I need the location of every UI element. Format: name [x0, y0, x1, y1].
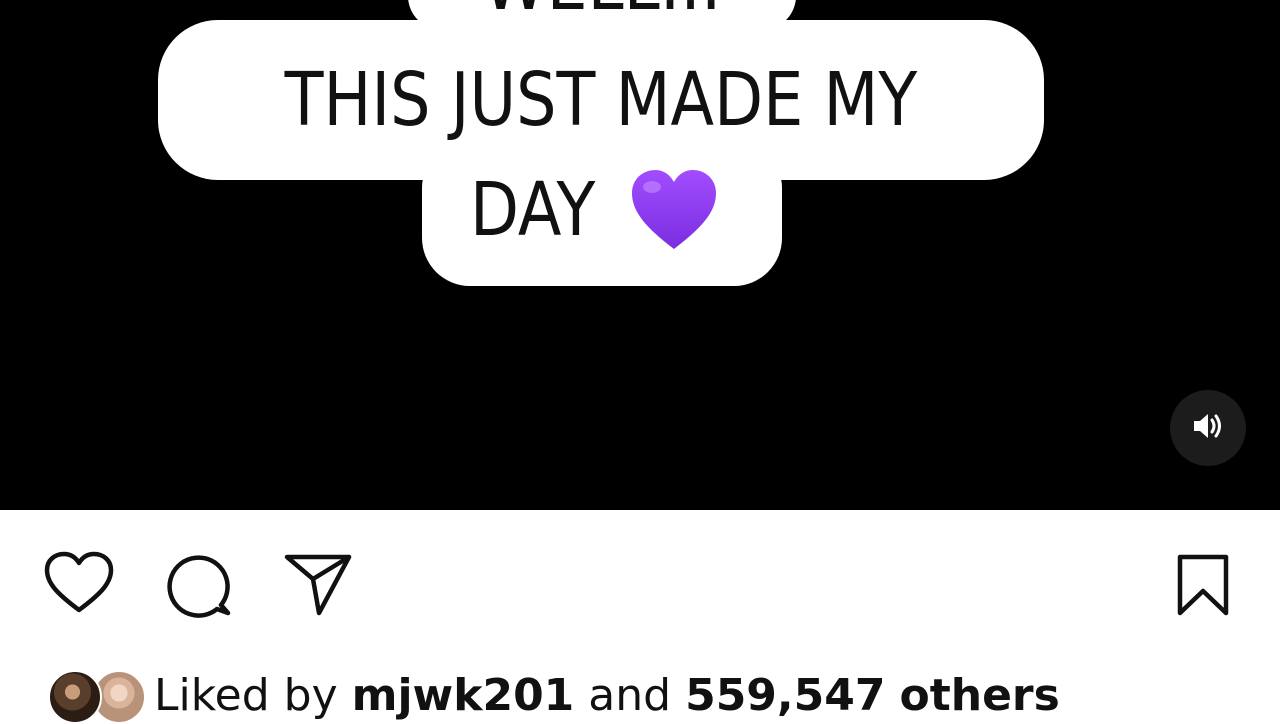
bookmark-icon: [1175, 553, 1231, 621]
comment-button[interactable]: [164, 550, 236, 622]
caption-text-line1: THIS JUST MADE MY: [284, 57, 918, 143]
likes-count-link[interactable]: 559,547: [685, 670, 885, 721]
share-button[interactable]: [282, 550, 354, 622]
likes-middle: and: [588, 670, 672, 721]
post-actions-bar: [0, 510, 1280, 660]
post-video[interactable]: WELL... THIS JUST MADE MY DAY: [0, 0, 1280, 510]
heart-outline-icon: [42, 550, 116, 620]
likes-summary: Liked by mjwk201 and 559,547 others: [48, 668, 1060, 724]
likes-others-link[interactable]: others: [899, 670, 1059, 721]
comment-bubble-icon: [165, 549, 235, 623]
save-button[interactable]: [1170, 550, 1236, 624]
avatar[interactable]: [48, 670, 102, 724]
caption-text-line2: DAY: [470, 167, 596, 253]
paper-plane-icon: [283, 551, 353, 621]
caption-line2: DAY: [470, 168, 720, 252]
likes-prefix: Liked by: [154, 670, 338, 721]
liker-avatars: [48, 670, 146, 724]
purple-heart-icon: [628, 167, 720, 253]
caption-text-top: WELL...: [408, 0, 796, 20]
likes-text: Liked by mjwk201 and 559,547 others: [154, 668, 1060, 724]
like-button[interactable]: [40, 550, 118, 620]
speaker-on-icon: [1188, 406, 1228, 450]
liker-username-link[interactable]: mjwk201: [352, 670, 575, 721]
audio-toggle-button[interactable]: [1170, 390, 1246, 466]
